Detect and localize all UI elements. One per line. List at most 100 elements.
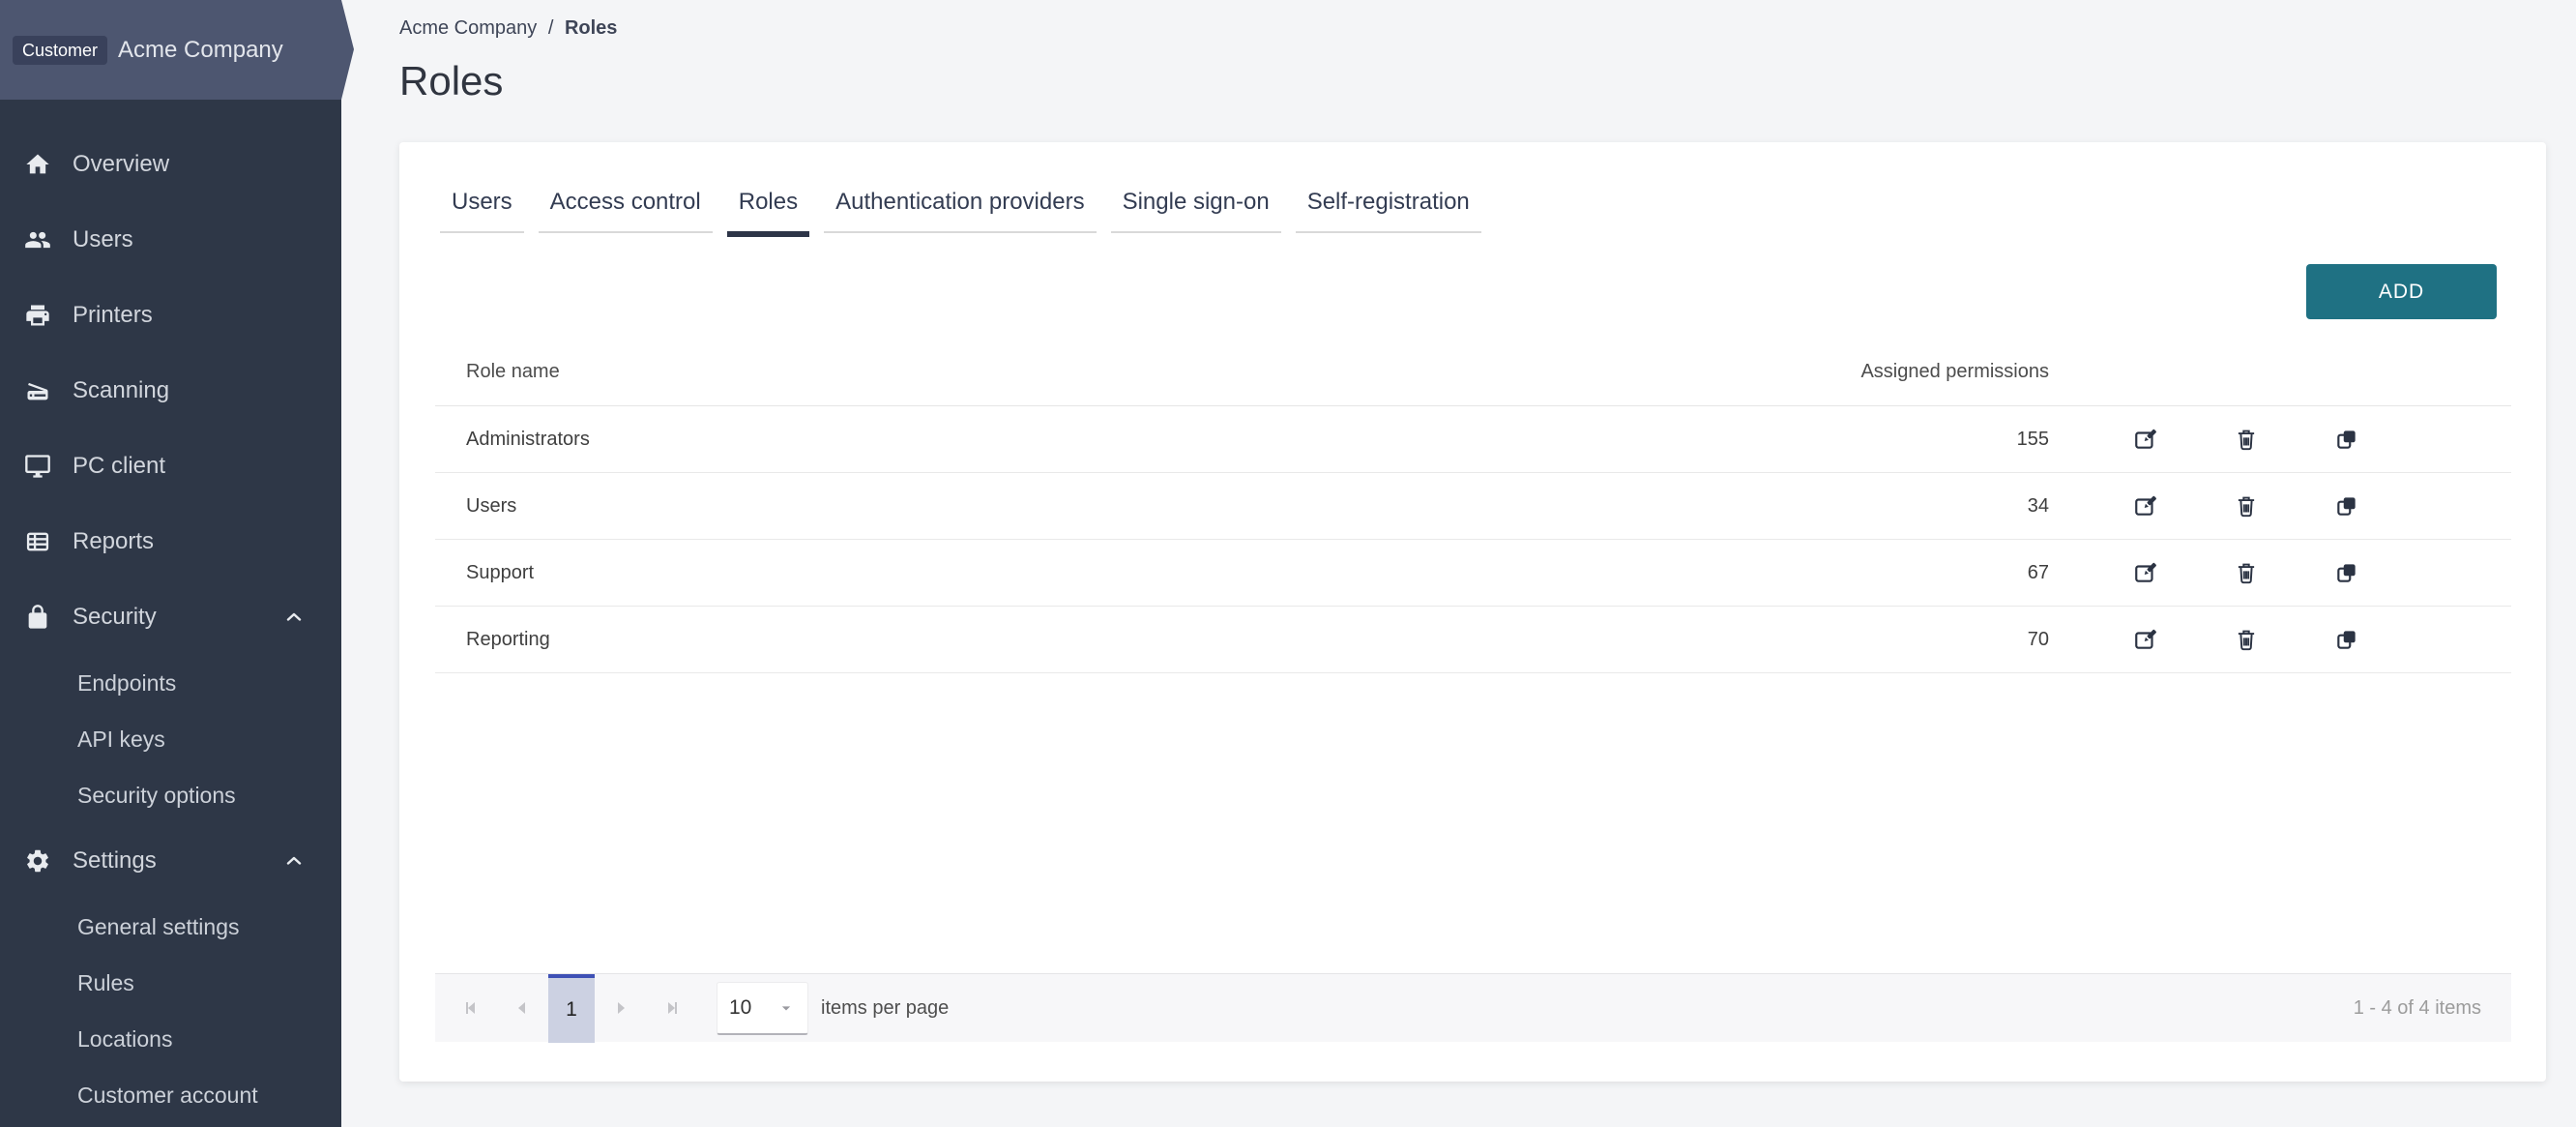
sidebar-item-locations[interactable]: Locations (0, 1011, 341, 1067)
sidebar-item-label: Printers (73, 302, 153, 329)
sidebar-item-printers[interactable]: Printers (0, 278, 341, 353)
table-row: Support 67 (435, 540, 2511, 607)
sidebar-item-overview[interactable]: Overview (0, 127, 341, 202)
sidebar-item-label: Scanning (73, 377, 169, 404)
row-actions (2079, 627, 2511, 652)
column-header-role-name: Role name (435, 361, 1789, 383)
role-name-cell: Users (435, 495, 1789, 518)
pagination-range-label: 1 - 4 of 4 items (2354, 997, 2511, 1020)
sidebar-subitem-label: API keys (77, 727, 165, 753)
tab-access-control[interactable]: Access control (539, 189, 713, 233)
row-actions (2079, 427, 2511, 452)
page-title: Roles (399, 58, 503, 104)
pagination-bar: 1 10 items per page 1 - 4 of 4 items (435, 973, 2511, 1042)
delete-icon[interactable] (2234, 560, 2259, 585)
delete-icon[interactable] (2234, 427, 2259, 452)
sidebar-subitem-label: Locations (77, 1026, 172, 1053)
sidebar-item-label: Security (73, 604, 157, 631)
users-icon (24, 226, 51, 253)
sidebar-nav: Overview Users Printers Scanning PC clie (0, 100, 341, 1123)
tab-self-registration[interactable]: Self-registration (1296, 189, 1481, 233)
sidebar: Overview Users Printers Scanning PC clie (0, 0, 341, 1127)
copy-icon[interactable] (2334, 427, 2359, 452)
items-per-page-label: items per page (821, 997, 949, 1020)
sidebar-item-general-settings[interactable]: General settings (0, 899, 341, 955)
role-name-cell: Administrators (435, 429, 1789, 451)
sidebar-item-security-options[interactable]: Security options (0, 767, 341, 823)
scanner-icon (24, 377, 51, 404)
sidebar-item-settings[interactable]: Settings (0, 823, 341, 899)
tab-authentication-providers[interactable]: Authentication providers (824, 189, 1096, 233)
table-row: Users 34 (435, 473, 2511, 540)
sidebar-item-label: Users (73, 226, 133, 253)
tab-roles[interactable]: Roles (727, 189, 809, 237)
sidebar-subitem-label: General settings (77, 914, 239, 940)
edit-icon[interactable] (2133, 627, 2158, 652)
reports-icon (24, 528, 51, 555)
permissions-cell: 70 (1789, 629, 2079, 651)
roles-card: Users Access control Roles Authenticatio… (399, 142, 2546, 1082)
breadcrumb: Acme Company / Roles (399, 17, 617, 40)
gear-icon (24, 847, 51, 875)
copy-icon[interactable] (2334, 493, 2359, 519)
sidebar-subitem-label: Rules (77, 970, 134, 996)
previous-page-icon[interactable] (496, 974, 548, 1043)
edit-icon[interactable] (2133, 493, 2158, 519)
chevron-up-icon (282, 606, 306, 629)
page-size-value: 10 (729, 996, 751, 1020)
delete-icon[interactable] (2234, 493, 2259, 519)
permissions-cell: 67 (1789, 562, 2079, 584)
table-header-row: Role name Assigned permissions (435, 339, 2511, 406)
monitor-icon (24, 453, 51, 480)
home-icon (24, 151, 51, 178)
sidebar-item-label: PC client (73, 453, 165, 480)
edit-icon[interactable] (2133, 427, 2158, 452)
roles-table: Role name Assigned permissions Administr… (435, 339, 2511, 673)
breadcrumb-separator: / (548, 17, 554, 39)
copy-icon[interactable] (2334, 560, 2359, 585)
table-row: Reporting 70 (435, 607, 2511, 673)
role-name-cell: Support (435, 562, 1789, 584)
row-actions (2079, 493, 2511, 519)
lock-icon (24, 604, 51, 631)
first-page-icon[interactable] (444, 974, 496, 1043)
sidebar-subitem-label: Security options (77, 783, 236, 809)
tab-users[interactable]: Users (440, 189, 524, 233)
sidebar-item-reports[interactable]: Reports (0, 504, 341, 579)
chevron-up-icon (282, 849, 306, 873)
sidebar-item-api-keys[interactable]: API keys (0, 711, 341, 767)
main-content: Acme Company / Roles Roles Users Access … (341, 0, 2576, 1127)
table-row: Administrators 155 (435, 406, 2511, 473)
sidebar-item-security[interactable]: Security (0, 579, 341, 655)
last-page-icon[interactable] (647, 974, 699, 1043)
sidebar-item-pc-client[interactable]: PC client (0, 429, 341, 504)
role-name-cell: Reporting (435, 629, 1789, 651)
sidebar-item-users[interactable]: Users (0, 202, 341, 278)
sidebar-item-rules[interactable]: Rules (0, 955, 341, 1011)
printer-icon (24, 302, 51, 329)
sidebar-item-customer-account[interactable]: Customer account (0, 1067, 341, 1123)
sidebar-item-label: Overview (73, 151, 169, 178)
tab-strip: Users Access control Roles Authenticatio… (440, 189, 1481, 233)
sidebar-subitem-label: Customer account (77, 1083, 258, 1109)
customer-company-name: Acme Company (118, 37, 283, 64)
sidebar-subitem-label: Endpoints (77, 670, 176, 697)
sidebar-item-scanning[interactable]: Scanning (0, 353, 341, 429)
row-actions (2079, 560, 2511, 585)
breadcrumb-current: Roles (565, 17, 617, 39)
next-page-icon[interactable] (595, 974, 647, 1043)
caret-down-icon (776, 998, 796, 1018)
delete-icon[interactable] (2234, 627, 2259, 652)
sidebar-item-label: Reports (73, 528, 154, 555)
permissions-cell: 34 (1789, 495, 2079, 518)
page-size-dropdown[interactable]: 10 (717, 982, 808, 1035)
customer-badge: Customer (13, 36, 107, 65)
copy-icon[interactable] (2334, 627, 2359, 652)
page-number-button[interactable]: 1 (548, 974, 595, 1043)
column-header-assigned-permissions: Assigned permissions (1789, 361, 2079, 383)
sidebar-item-endpoints[interactable]: Endpoints (0, 655, 341, 711)
breadcrumb-parent[interactable]: Acme Company (399, 17, 537, 39)
edit-icon[interactable] (2133, 560, 2158, 585)
add-button[interactable]: ADD (2306, 264, 2497, 319)
tab-single-sign-on[interactable]: Single sign-on (1111, 189, 1281, 233)
